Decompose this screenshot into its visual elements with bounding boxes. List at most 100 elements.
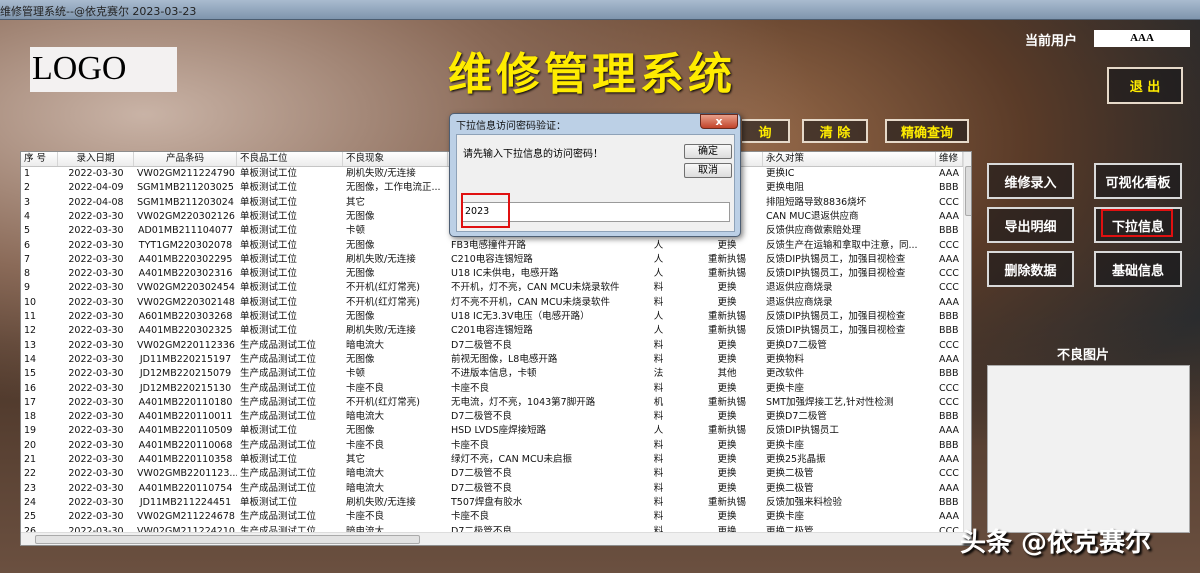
repair-entry-button[interactable]: 维修录入 (987, 163, 1074, 199)
table-row[interactable]: 13 2022-03-30 VW02GM220112336 生产成品测试工位 暗电流大 D… (21, 339, 963, 353)
table-row[interactable]: 8 2022-03-30 A401MB220302316 单板测试工位 无图像 U18 I… (21, 267, 963, 281)
col-seq-cell: 15 (24, 368, 37, 380)
header-col-date[interactable]: 录入日期 (58, 152, 134, 166)
app-title: 维修管理系统 (448, 49, 736, 100)
table-row[interactable]: 24 2022-03-30 JD11MB211224451 单板测试工位 刷机失败/无连… (21, 496, 963, 510)
table-row[interactable]: 10 2022-03-30 VW02GM220302148 单板测试工位 不开机(红灯常… (21, 296, 963, 310)
scrollbar-thumb[interactable] (965, 166, 971, 216)
col-category-cell: 料 (653, 353, 664, 365)
col-date-cell: 2022-03-30 (68, 239, 124, 251)
header-col-station[interactable]: 不良品工位 (237, 152, 343, 166)
ok-button[interactable]: 确定 (684, 144, 732, 159)
current-user-label: 当前用户 (1025, 34, 1078, 49)
col-repairer-cell: AAA (939, 425, 960, 437)
table-row[interactable]: 22 2022-03-30 VW02GMB2201123... 生产成品测试工位 暗电流… (21, 467, 963, 481)
col-phenomenon-cell: 卡座不良 (346, 439, 385, 451)
col-seq-cell: 2 (24, 182, 31, 194)
table-row[interactable]: 7 2022-03-30 A401MB220302295 单板测试工位 刷机失败/无连接… (21, 253, 963, 267)
col-station-cell: 单板测试工位 (240, 239, 298, 251)
col-cause-cell: HSD LVDS座焊接短路 (451, 425, 547, 437)
col-repairer-cell: CCC (939, 339, 959, 351)
col-category-cell: 料 (653, 382, 664, 394)
col-date-cell: 2022-04-08 (68, 196, 124, 208)
col-repairer-cell: CCC (939, 282, 959, 294)
window-titlebar: 维修管理系统--@依克赛尔 2023-03-23 (0, 0, 1200, 20)
table-row[interactable]: 15 2022-03-30 JD12MB220215079 生产成品测试工位 卡顿 不进版… (21, 367, 963, 381)
horizontal-scrollbar[interactable] (21, 532, 971, 545)
col-phenomenon-cell: 暗电流大 (346, 339, 385, 351)
table-row[interactable]: 25 2022-03-30 VW02GM211224678 生产成品测试工位 卡座不良 卡… (21, 510, 963, 524)
col-countermeasure-cell: CAN MUC退返供应商 (766, 210, 859, 222)
scrollbar-thumb[interactable] (35, 535, 420, 544)
col-phenomenon-cell: 其它 (346, 454, 366, 465)
delete-data-button[interactable]: 删除数据 (987, 251, 1074, 287)
col-repairer-cell: AAA (939, 454, 960, 465)
header-col-repairer[interactable]: 维修 (936, 152, 963, 166)
col-method-cell: 更换 (717, 353, 737, 365)
header-col-countermeasure[interactable]: 永久对策 (763, 152, 936, 166)
col-method-cell: 更换 (717, 382, 737, 394)
col-cause-cell: D7二极管不良 (451, 468, 512, 480)
export-detail-button[interactable]: 导出明细 (987, 207, 1074, 243)
col-station-cell: 生产成品测试工位 (240, 368, 317, 380)
col-station-cell: 单板测试工位 (240, 182, 298, 194)
col-seq-cell: 22 (24, 468, 37, 480)
col-station-cell: 单板测试工位 (240, 496, 298, 508)
exit-button[interactable]: 退 出 (1107, 67, 1183, 104)
col-station-cell: 单板测试工位 (240, 311, 298, 322)
col-repairer-cell: CCC (939, 196, 959, 208)
table-row[interactable]: 19 2022-03-30 A401MB220110509 单板测试工位 无图像 HSD … (21, 424, 963, 438)
col-station-cell: 生产成品测试工位 (240, 396, 317, 408)
col-method-cell: 更换 (717, 468, 737, 480)
cancel-button[interactable]: 取消 (684, 163, 732, 178)
col-barcode-cell: A401MB220302316 (138, 268, 233, 280)
table-row[interactable]: 6 2022-03-30 TYT1GM220302078 单板测试工位 无图像 FB3电感… (21, 239, 963, 253)
col-cause-cell: 不进版本信息，卡顿 (451, 368, 537, 380)
header-col-barcode[interactable]: 产品条码 (134, 152, 237, 166)
col-method-cell: 更换 (717, 282, 737, 294)
col-category-cell: 料 (653, 482, 664, 494)
col-seq-cell: 4 (24, 210, 31, 222)
col-phenomenon-cell: 无图像 (346, 210, 375, 222)
header-col-phenomenon[interactable]: 不良现象 (343, 152, 448, 166)
close-icon[interactable]: x (700, 114, 738, 129)
col-station-cell: 生产成品测试工位 (240, 482, 317, 494)
clear-button[interactable]: 清 除 (802, 119, 868, 143)
table-row[interactable]: 11 2022-03-30 A601MB220303268 单板测试工位 无图像 U18 … (21, 310, 963, 324)
table-row[interactable]: 12 2022-03-30 A401MB220302325 单板测试工位 刷机失败/无连… (21, 324, 963, 338)
col-seq-cell: 1 (24, 168, 31, 179)
col-barcode-cell: JD12MB220215130 (139, 382, 232, 394)
col-repairer-cell: AAA (939, 253, 960, 265)
col-phenomenon-cell: 无图像 (346, 268, 375, 280)
table-row[interactable]: 20 2022-03-30 A401MB220110068 生产成品测试工位 卡座不良 卡… (21, 439, 963, 453)
col-date-cell: 2022-03-30 (68, 168, 124, 179)
exact-query-button[interactable]: 精确查询 (885, 119, 969, 143)
col-date-cell: 2022-03-30 (68, 282, 124, 294)
table-row[interactable]: 23 2022-03-30 A401MB220110754 生产成品测试工位 暗电流大 D… (21, 482, 963, 496)
col-barcode-cell: VW02GM220112336 (137, 339, 235, 351)
col-cause-cell: U18 IC未供电，电感开路 (451, 268, 559, 280)
col-countermeasure-cell: 更换物料 (766, 353, 805, 365)
col-phenomenon-cell: 卡座不良 (346, 511, 385, 523)
table-row[interactable]: 18 2022-03-30 A401MB220110011 生产成品测试工位 暗电流大 D… (21, 410, 963, 424)
vertical-scrollbar[interactable] (963, 152, 971, 534)
header-col-seq[interactable]: 序 号 (21, 152, 58, 166)
col-cause-cell: D7二极管不良 (451, 411, 512, 423)
basic-info-button[interactable]: 基础信息 (1094, 251, 1182, 287)
col-repairer-cell: AAA (939, 168, 960, 179)
col-date-cell: 2022-03-30 (68, 339, 124, 351)
col-method-cell: 更换 (717, 411, 737, 423)
col-date-cell: 2022-03-30 (68, 368, 124, 380)
table-row[interactable]: 21 2022-03-30 A401MB220110358 单板测试工位 其它 绿灯不亮，… (21, 453, 963, 467)
col-countermeasure-cell: 反馈DIP执锡员工，加强目视检查 (766, 268, 906, 280)
col-phenomenon-cell: 其它 (346, 196, 366, 208)
table-row[interactable]: 14 2022-03-30 JD11MB220215197 生产成品测试工位 无图像 前视… (21, 353, 963, 367)
table-row[interactable]: 16 2022-03-30 JD12MB220215130 生产成品测试工位 卡座不良 卡… (21, 382, 963, 396)
table-row[interactable]: 9 2022-03-30 VW02GM220302454 单板测试工位 不开机(红灯常亮… (21, 281, 963, 295)
col-category-cell: 料 (653, 454, 664, 465)
col-station-cell: 生产成品测试工位 (240, 439, 317, 451)
table-row[interactable]: 17 2022-03-30 A401MB220110180 生产成品测试工位 不开机(红… (21, 396, 963, 410)
query-button[interactable]: 询 (742, 119, 790, 143)
col-repairer-cell: AAA (939, 482, 960, 494)
dashboard-button[interactable]: 可视化看板 (1094, 163, 1182, 199)
